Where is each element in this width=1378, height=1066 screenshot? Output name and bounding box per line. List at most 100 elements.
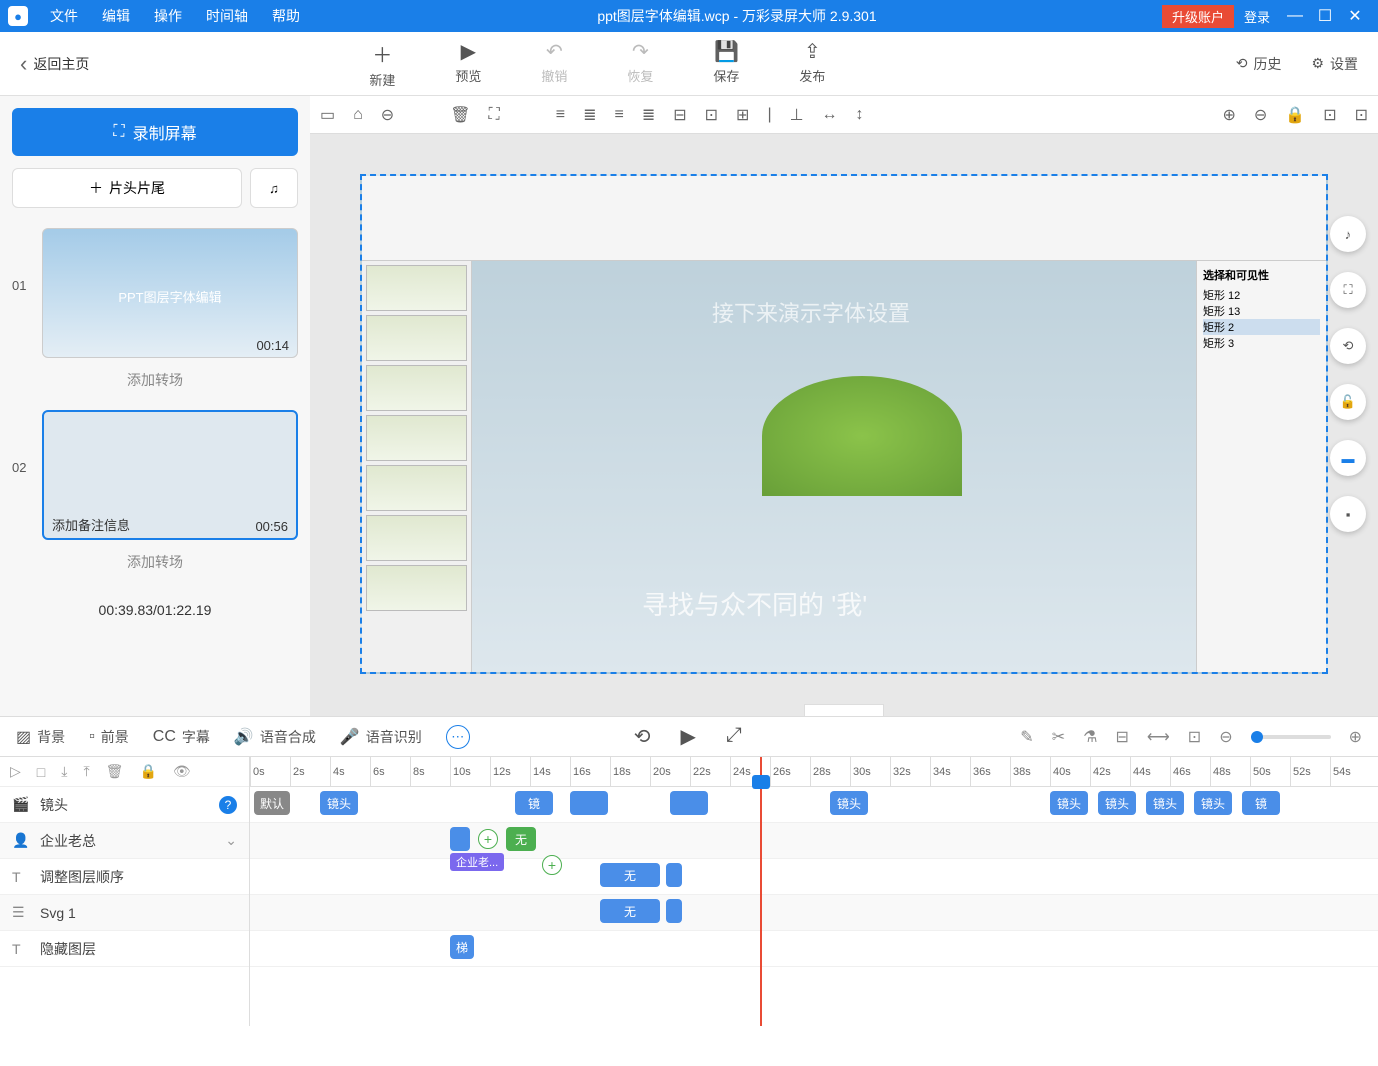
tt-icon[interactable]: 👁 <box>173 763 191 780</box>
add-clip-button[interactable]: + <box>478 829 498 849</box>
tab-subtitle[interactable]: CC字幕 <box>153 727 210 747</box>
ct-focus-icon[interactable]: ⛶ <box>489 106 500 124</box>
add-transition-1[interactable]: 添加转场 <box>12 370 298 390</box>
clip[interactable] <box>666 899 682 923</box>
ct-align-icon[interactable]: ≣ <box>642 105 655 125</box>
clip-default-shot[interactable]: 默认 <box>254 791 290 815</box>
login-button[interactable]: 登录 <box>1244 7 1270 26</box>
clip-shot[interactable]: 镜头 <box>1098 791 1136 815</box>
ct-align-icon[interactable]: | <box>767 106 771 124</box>
ct-zoomout-icon[interactable]: ⊖ <box>1254 105 1267 125</box>
ct-lock-icon[interactable]: 🔒 <box>1285 105 1305 125</box>
new-button[interactable]: ＋新建 <box>369 39 395 89</box>
scene-item-2[interactable]: 02 添加备注信息 00:56 <box>12 410 298 540</box>
play-button[interactable]: ▶ <box>681 724 696 749</box>
ct-rect-icon[interactable]: ▭ <box>320 105 335 125</box>
tt-icon[interactable]: 🗑 <box>106 763 124 780</box>
clip-ladder[interactable]: 梯 <box>450 935 474 959</box>
ct-delete-icon[interactable]: 🗑 <box>450 105 470 125</box>
track-line-boss[interactable]: + 无 企业老... + <box>250 823 1378 859</box>
clip-none[interactable]: 无 <box>600 863 660 887</box>
track-boss[interactable]: 👤企业老总⌄ <box>0 823 249 859</box>
track-layer-order[interactable]: T调整图层顺序 <box>0 859 249 895</box>
ct-align-icon[interactable]: ⊥ <box>790 105 804 125</box>
float-music-icon[interactable]: ♪ <box>1330 216 1366 252</box>
save-button[interactable]: 💾保存 <box>713 39 739 89</box>
selection-item[interactable]: 矩形 13 <box>1203 303 1320 319</box>
clip-shot[interactable]: 镜头 <box>320 791 358 815</box>
ct-align-icon[interactable]: ≡ <box>614 106 623 124</box>
zoom-out-icon[interactable]: ⊖ <box>1219 727 1232 747</box>
clip-shot[interactable] <box>570 791 608 815</box>
ct-zoomin-icon[interactable]: ⊕ <box>1222 105 1235 125</box>
track-camera[interactable]: 🎬镜头? <box>0 787 249 823</box>
replay-button[interactable]: ⟲ <box>634 724 651 749</box>
clip-shot[interactable] <box>670 791 708 815</box>
record-screen-button[interactable]: 录制屏幕 <box>12 108 298 156</box>
menu-timeline[interactable]: 时间轴 <box>194 6 260 26</box>
undo-button[interactable]: ↶撤销 <box>541 39 567 89</box>
track-line-hide[interactable]: 梯 <box>250 931 1378 967</box>
menu-action[interactable]: 操作 <box>142 6 194 26</box>
publish-button[interactable]: ⇪发布 <box>799 39 825 89</box>
float-mini-icon[interactable]: ▪ <box>1330 496 1366 532</box>
clip[interactable] <box>450 827 470 851</box>
chevron-down-icon[interactable]: ⌄ <box>225 832 237 849</box>
clip-none[interactable]: 无 <box>600 899 660 923</box>
clip-shot[interactable]: 镜头 <box>830 791 868 815</box>
add-transition-2[interactable]: 添加转场 <box>12 552 298 572</box>
filter-icon[interactable]: ⚗ <box>1083 727 1097 747</box>
minimize-button[interactable]: — <box>1280 7 1310 25</box>
ct-align-icon[interactable]: ≡ <box>556 106 565 124</box>
selection-item[interactable]: 矩形 12 <box>1203 287 1320 303</box>
selection-item[interactable]: 矩形 2 <box>1203 319 1320 335</box>
fit-icon[interactable]: ⊡ <box>1188 727 1201 747</box>
ct-copy-icon[interactable]: ⊡ <box>1323 105 1336 125</box>
clip[interactable] <box>666 863 682 887</box>
selection-item[interactable]: 矩形 3 <box>1203 335 1320 351</box>
ct-align-icon[interactable]: ≣ <box>583 105 596 125</box>
playhead[interactable] <box>760 757 762 1026</box>
collapse-handle[interactable]: ⌄ <box>804 704 884 716</box>
history-button[interactable]: ⟲历史 <box>1236 54 1282 74</box>
audio-button[interactable] <box>250 168 298 208</box>
ct-paste-icon[interactable]: ⊡ <box>1355 105 1368 125</box>
track-line-svg[interactable]: 无 <box>250 895 1378 931</box>
more-button[interactable]: ⋯ <box>446 725 470 749</box>
menu-file[interactable]: 文件 <box>38 6 90 26</box>
canvas-content[interactable]: 接下来演示字体设置 寻找与众不同的 '我' 选择和可见性 矩形 12 矩形 13… <box>360 174 1328 674</box>
ct-align-icon[interactable]: ⊞ <box>736 105 749 125</box>
layout-icon[interactable]: ⊟ <box>1115 727 1128 747</box>
float-refresh-icon[interactable]: ⟲ <box>1330 328 1366 364</box>
ct-dist-icon[interactable]: ↔ <box>822 106 838 124</box>
cut-icon[interactable]: ✂ <box>1052 727 1065 747</box>
scene-thumbnail[interactable]: PPT图层字体编辑 00:14 <box>42 228 298 358</box>
tab-background[interactable]: ▨背景 <box>16 727 65 747</box>
ct-minus-icon[interactable]: ⊖ <box>381 105 394 125</box>
tt-icon[interactable]: ⤒ <box>83 763 89 780</box>
stretch-icon[interactable]: ⟷ <box>1147 727 1170 747</box>
ct-home-icon[interactable]: ⌂ <box>353 106 363 124</box>
settings-button[interactable]: ⚙设置 <box>1311 54 1358 74</box>
zoom-slider[interactable] <box>1251 735 1331 739</box>
ct-dist-icon[interactable]: ↕ <box>856 106 864 124</box>
clip-shot[interactable]: 镜头 <box>1050 791 1088 815</box>
scene-item-1[interactable]: 01 PPT图层字体编辑 00:14 <box>12 228 298 358</box>
preview-button[interactable]: ▶预览 <box>455 39 481 89</box>
tt-icon[interactable]: ▷ <box>10 763 21 780</box>
scene-thumbnail[interactable]: 添加备注信息 00:56 <box>42 410 298 540</box>
clip-shot[interactable]: 镜 <box>1242 791 1280 815</box>
tt-icon[interactable]: □ <box>37 764 45 780</box>
menu-edit[interactable]: 编辑 <box>90 6 142 26</box>
tt-icon[interactable]: 🔒 <box>139 763 156 780</box>
zoom-in-icon[interactable]: ⊕ <box>1349 727 1362 747</box>
upgrade-button[interactable]: 升级账户 <box>1162 5 1234 28</box>
clip-shot[interactable]: 镜头 <box>1146 791 1184 815</box>
close-button[interactable]: ✕ <box>1340 6 1370 26</box>
tt-icon[interactable]: ⤓ <box>61 763 67 780</box>
track-svg[interactable]: ☰Svg 1 <box>0 895 249 931</box>
track-line-camera[interactable]: 默认 镜头 镜 镜头 镜头 镜头 镜头 镜头 镜 <box>250 787 1378 823</box>
float-focus-icon[interactable]: ⛶ <box>1330 272 1366 308</box>
ct-align-icon[interactable]: ⊡ <box>705 105 718 125</box>
tab-tts[interactable]: 🔊语音合成 <box>234 727 316 747</box>
